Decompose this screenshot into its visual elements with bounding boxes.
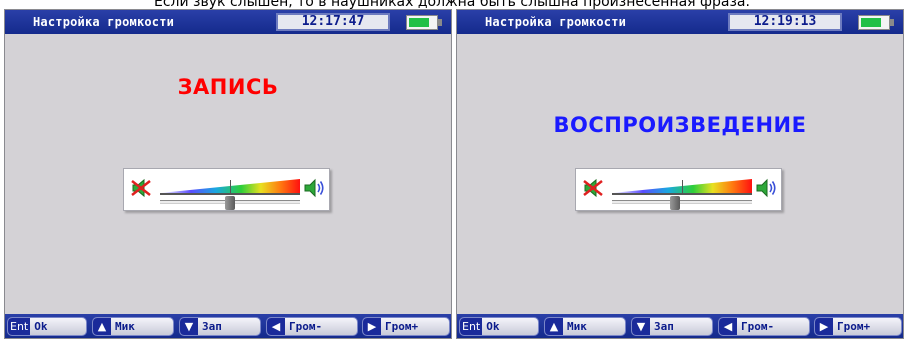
volume-control[interactable] [575, 168, 782, 211]
softkey-ok[interactable]: Ent Ok [7, 317, 87, 336]
enter-key-icon: Ent [460, 318, 483, 335]
softkey-ok[interactable]: Ent Ok [459, 317, 539, 336]
softkey-mic[interactable]: ▲ Мик [544, 317, 626, 336]
arrow-left-icon: ◀ [719, 318, 737, 335]
enter-key-icon: Ent [8, 318, 31, 335]
speaker-muted-icon[interactable] [131, 177, 153, 199]
volume-slider-thumb[interactable] [670, 196, 680, 210]
volume-slider-thumb[interactable] [225, 196, 235, 210]
softkey-record[interactable]: ▼ Зап [631, 317, 713, 336]
arrow-left-icon: ◀ [267, 318, 285, 335]
screen-title: Настройка громкости [485, 15, 627, 29]
softkey-vol-up[interactable]: ▶ Гром+ [362, 317, 450, 336]
softkey-vol-up[interactable]: ▶ Гром+ [814, 317, 902, 336]
volume-slider-track[interactable] [612, 200, 752, 204]
arrow-right-icon: ▶ [815, 318, 833, 335]
arrow-up-icon: ▲ [93, 318, 111, 335]
arrow-down-icon: ▼ [180, 318, 198, 335]
volume-control[interactable] [123, 168, 330, 211]
softkey-mic[interactable]: ▲ Мик [92, 317, 174, 336]
speaker-muted-icon[interactable] [583, 177, 605, 199]
screen-title: Настройка громкости [33, 15, 175, 29]
device-screen-record: Настройка громкости 12:17:47 ЗАПИСЬ Ent O… [4, 9, 452, 339]
softkey-bar: Ent Ok ▲ Мик ▼ Зап ◀ Гром- ▶ Гром+ [457, 314, 903, 338]
title-bar: Настройка громкости 12:17:47 [5, 10, 451, 34]
title-bar: Настройка громкости 12:19:13 [457, 10, 903, 34]
speaker-loud-icon[interactable] [304, 177, 326, 199]
clock: 12:19:13 [728, 13, 842, 31]
softkey-record[interactable]: ▼ Зап [179, 317, 261, 336]
battery-icon [406, 15, 442, 30]
arrow-down-icon: ▼ [632, 318, 650, 335]
device-screen-playback: Настройка громкости 12:19:13 ВОСПРОИЗВЕД… [456, 9, 904, 339]
arrow-up-icon: ▲ [545, 318, 563, 335]
clock: 12:17:47 [276, 13, 390, 31]
battery-icon [858, 15, 894, 30]
mode-label-record: ЗАПИСЬ [177, 75, 279, 99]
mode-label-playback: ВОСПРОИЗВЕДЕНИЕ [553, 113, 807, 137]
softkey-vol-down[interactable]: ◀ Гром- [718, 317, 810, 336]
arrow-right-icon: ▶ [363, 318, 381, 335]
softkey-bar: Ent Ok ▲ Мик ▼ Зап ◀ Гром- ▶ Гром+ [5, 314, 451, 338]
softkey-vol-down[interactable]: ◀ Гром- [266, 317, 358, 336]
speaker-loud-icon[interactable] [756, 177, 778, 199]
